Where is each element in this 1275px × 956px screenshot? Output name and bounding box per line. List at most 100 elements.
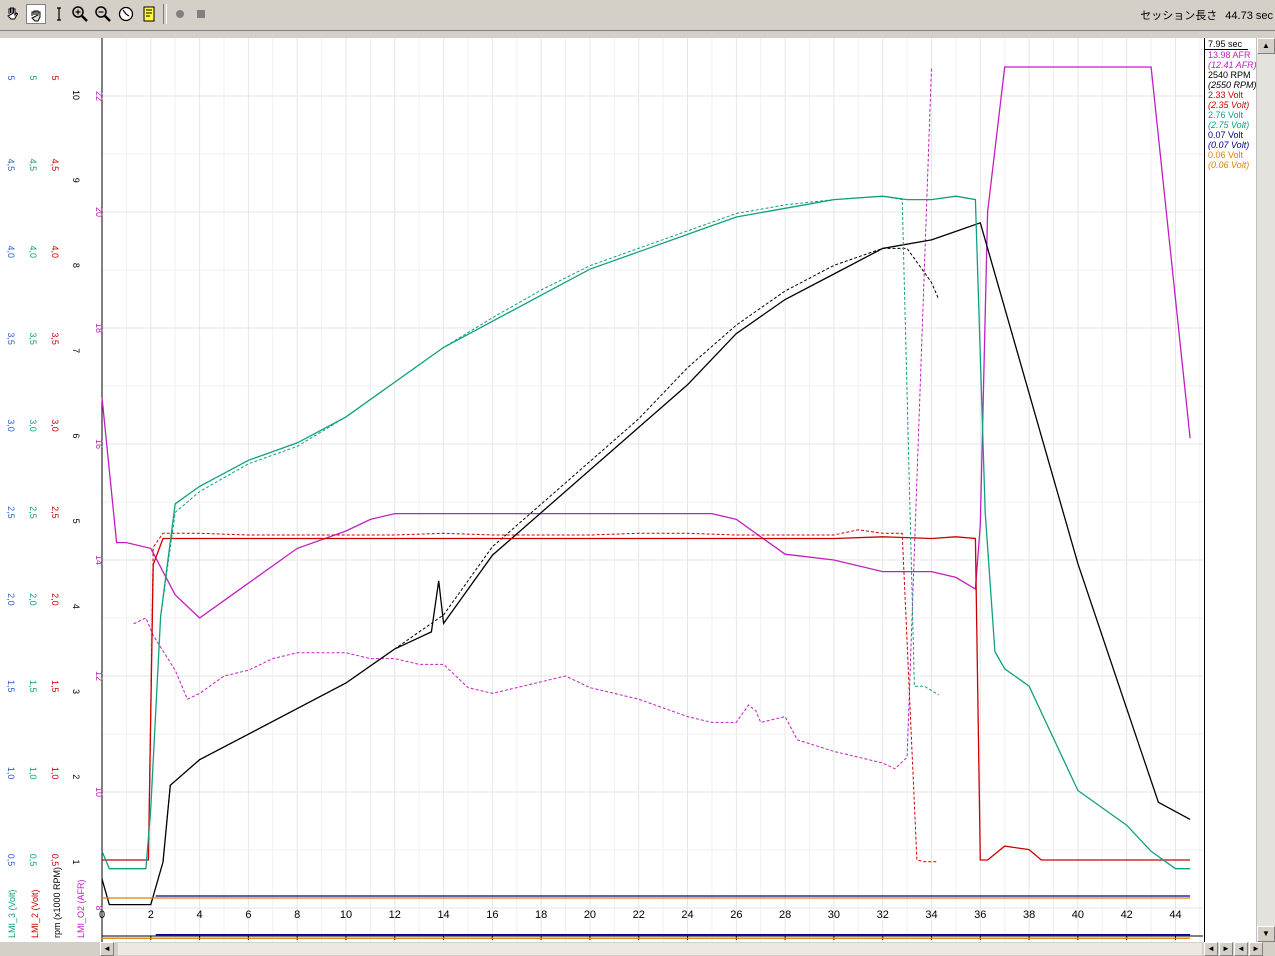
scroll-left-end-button[interactable]: ◄ — [1204, 942, 1218, 956]
x-tick-label: 36 — [974, 909, 986, 921]
legend-entry: (2.35 Volt) — [1208, 100, 1250, 110]
series-line — [102, 529, 937, 863]
toolbar-separator — [163, 4, 167, 24]
legend-entry: 0.06 Volt — [1208, 150, 1244, 160]
x-tick-label: 22 — [633, 909, 645, 921]
chart[interactable]: 0,5 1,0 1,5 2,0 2,5 3,0 3,5 4,0 4,5 5 0,5 1,0 1,5 2,0… — [0, 38, 1204, 942]
x-tick-label: 44 — [1169, 909, 1181, 921]
legend-entry: 7.95 sec — [1205, 39, 1248, 50]
session-length-label: セッション長さ — [1140, 10, 1218, 22]
y-tick-label: 16 — [94, 439, 104, 449]
scroll-down-button[interactable]: ▼ — [1257, 926, 1275, 942]
x-tick-label: 6 — [245, 909, 251, 921]
y-tick-label: 1 — [71, 859, 81, 864]
x-tick-label: 20 — [584, 909, 596, 921]
y-tick-label: 1,0 — [6, 767, 16, 780]
value-legend: 7.95 sec 13.98 AFR (12.41 AFR) 2540 RPM (255… — [1204, 38, 1257, 943]
y-tick-label: 2 — [71, 774, 81, 779]
legend-entry: 2.76 Volt — [1208, 110, 1244, 120]
session-length: セッション長さ 44.73 sec — [1132, 7, 1273, 23]
y-tick-label: 5 — [6, 75, 16, 80]
y-tick-label: 9 — [71, 178, 81, 183]
legend-entry: 0.07 Volt — [1208, 130, 1244, 140]
stop-icon[interactable] — [191, 4, 211, 24]
chart-area: 0,5 1,0 1,5 2,0 2,5 3,0 3,5 4,0 4,5 5 0,5 1,0 1,5 2,0… — [0, 38, 1275, 943]
x-tick-label: 30 — [828, 909, 840, 921]
y-tick-label: 2,0 — [50, 593, 60, 606]
scroll-far-left-button[interactable]: ◄ — [1234, 942, 1248, 956]
series-line — [160, 195, 940, 696]
y-tick-label: 14 — [94, 555, 104, 565]
grab-icon[interactable] — [26, 4, 46, 24]
zoom-in-icon[interactable] — [70, 4, 90, 24]
series-line — [101, 221, 1191, 906]
y-tick-label: 3,0 — [6, 419, 16, 432]
clock-icon[interactable] — [116, 4, 136, 24]
series-line — [133, 66, 932, 770]
x-tick-label: 34 — [925, 909, 937, 921]
y-tick-label: 2,5 — [6, 506, 16, 519]
x-tick-label: 16 — [486, 909, 498, 921]
y-tick-label: 2,0 — [28, 593, 38, 606]
y-tick-label: 0,5 — [50, 854, 60, 867]
vertical-scrollbar[interactable]: ▲ ▼ — [1256, 38, 1275, 942]
y-tick-label: 2,0 — [6, 593, 16, 606]
x-tick-label: 32 — [877, 909, 889, 921]
y-tick-label: 3,5 — [28, 332, 38, 345]
scroll-up-button[interactable]: ▲ — [1257, 38, 1275, 54]
x-tick-label: 10 — [340, 909, 352, 921]
cursor-icon[interactable] — [49, 4, 69, 24]
axis-title: LMI_3 (Volt) — [7, 889, 17, 938]
session-length-value: 44.73 sec — [1225, 10, 1273, 22]
axis-title: LMI_O2 (AFR) — [76, 879, 86, 938]
y-tick-label: 4,0 — [6, 246, 16, 259]
y-tick-label: 4,5 — [50, 159, 60, 172]
y-tick-label: 4,0 — [50, 246, 60, 259]
horizontal-scrollbar[interactable]: ◄ ◄ ► ◄ ► — [0, 942, 1275, 956]
note-icon[interactable] — [139, 4, 159, 24]
y-tick-label: 5 — [28, 75, 38, 80]
series-line — [162, 247, 940, 863]
legend-entry: (0.07 Volt) — [1208, 140, 1250, 150]
y-tick-label: 3,0 — [28, 419, 38, 432]
y-tick-label: 22 — [94, 91, 104, 101]
y-tick-label: 4,5 — [6, 159, 16, 172]
hand-icon[interactable] — [3, 4, 23, 24]
y-tick-label: 1,0 — [28, 767, 38, 780]
y-tick-label: 5 — [71, 519, 81, 524]
y-tick-label: 1,0 — [50, 767, 60, 780]
legend-entry: (2.75 Volt) — [1208, 120, 1250, 130]
record-icon[interactable] — [170, 4, 190, 24]
y-tick-label: 4,5 — [28, 159, 38, 172]
y-tick-label: 4,0 — [28, 246, 38, 259]
y-tick-label: 1,5 — [50, 680, 60, 693]
x-tick-label: 12 — [389, 909, 401, 921]
y-tick-label: 12 — [94, 671, 104, 681]
y-tick-label: 0,5 — [28, 854, 38, 867]
x-tick-label: 18 — [535, 909, 547, 921]
scroll-left-button[interactable]: ◄ — [100, 942, 114, 956]
legend-entry: (2550 RPM) — [1208, 80, 1257, 90]
y-tick-label: 1,5 — [6, 680, 16, 693]
x-tick-label: 2 — [148, 909, 154, 921]
x-tick-label: 8 — [294, 909, 300, 921]
scroll-right-button[interactable]: ► — [1219, 942, 1233, 956]
y-tick-label: 3,0 — [50, 419, 60, 432]
y-tick-label: 10 — [71, 90, 81, 100]
x-tick-label: 38 — [1023, 909, 1035, 921]
y-tick-label: 3 — [71, 689, 81, 694]
x-tick-label: 4 — [197, 909, 203, 921]
legend-entry: 2540 RPM — [1208, 70, 1251, 80]
y-tick-label: 2,5 — [50, 506, 60, 519]
x-tick-label: 26 — [730, 909, 742, 921]
y-tick-label: 0,5 — [6, 854, 16, 867]
scroll-track[interactable] — [118, 943, 1202, 955]
legend-entry: 13.98 AFR — [1208, 50, 1251, 60]
y-tick-label: 2,5 — [28, 506, 38, 519]
zoom-out-icon[interactable] — [93, 4, 113, 24]
series-line — [102, 536, 1191, 861]
scroll-far-right-button[interactable]: ► — [1249, 942, 1263, 956]
x-tick-label: 42 — [1121, 909, 1133, 921]
legend-entry: (0.06 Volt) — [1208, 160, 1250, 170]
y-tick-label: 8 — [71, 263, 81, 268]
